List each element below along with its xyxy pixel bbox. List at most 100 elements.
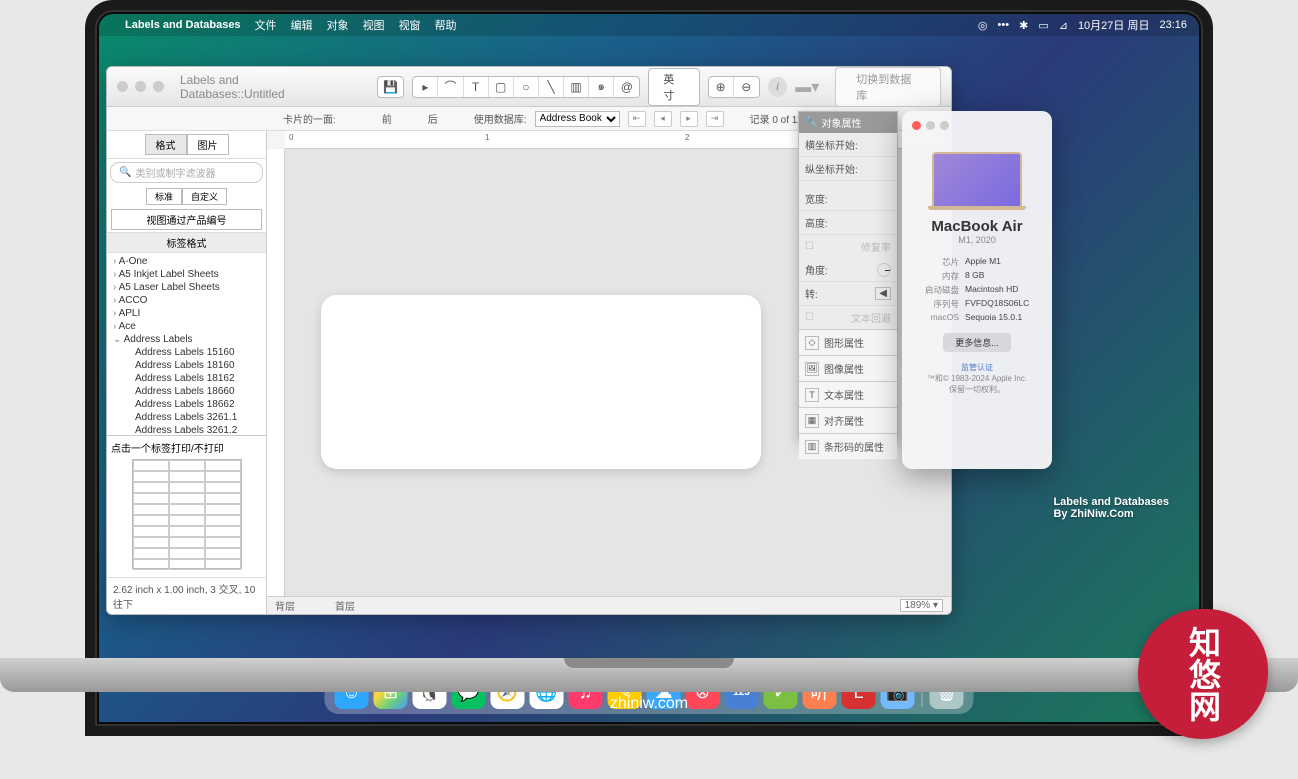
tree-item[interactable]: ACCO bbox=[111, 294, 262, 307]
card-front-button[interactable]: 前 bbox=[382, 111, 392, 126]
desktop-app-badge: Labels and Databases By ZhiNiw.Com bbox=[1053, 496, 1169, 520]
properties-panel: 🔧 对象属性 横坐标开始: 纵坐标开始: 宽度: 高度: ☐ 修复率 角度: 转… bbox=[798, 111, 898, 441]
first-record-icon[interactable]: ⇤ bbox=[628, 111, 646, 127]
more-info-button[interactable]: 更多信息... bbox=[943, 333, 1011, 352]
menubar-date[interactable]: 10月27日 周日 bbox=[1078, 17, 1150, 33]
spec-row: 启动磁盘Macintosh HD bbox=[910, 283, 1044, 297]
prop-rotate-label: 转: bbox=[805, 286, 818, 301]
align-props-button[interactable]: ▦对齐属性 bbox=[799, 407, 897, 433]
arc-tool-icon[interactable]: ⌒ bbox=[438, 77, 463, 97]
sidebar-tab-image[interactable]: 图片 bbox=[187, 134, 229, 155]
front-layer-button[interactable]: 首层 bbox=[335, 598, 355, 613]
back-layer-button[interactable]: 背层 bbox=[275, 598, 295, 613]
barcode-tool-icon[interactable]: ▥ bbox=[564, 77, 589, 97]
switch-database-button[interactable]: 切换到数据库 bbox=[835, 67, 941, 107]
line-tool-icon[interactable]: ╲ bbox=[539, 77, 564, 97]
toolbar-zoom-group: ⊕ ⊖ bbox=[708, 76, 760, 98]
sidebar-subtab-custom[interactable]: 自定义 bbox=[182, 188, 227, 205]
zoom-selector[interactable]: 189% ▾ bbox=[900, 599, 943, 612]
rotate-left-icon[interactable]: ◀ bbox=[875, 287, 891, 300]
at-tool-icon[interactable]: @ bbox=[614, 77, 639, 97]
info-icon[interactable]: i bbox=[768, 77, 787, 97]
tree-item[interactable]: Address Labels 3261.2 bbox=[111, 424, 262, 435]
menubar-time[interactable]: 23:16 bbox=[1159, 19, 1187, 31]
zoom-in-icon[interactable]: ⊕ bbox=[709, 77, 734, 97]
site-seal: 知悠网 bbox=[1138, 609, 1268, 739]
about-minimize-button[interactable] bbox=[926, 121, 935, 130]
menu-file[interactable]: 文件 bbox=[255, 17, 277, 33]
label-tree[interactable]: A-OneA5 Inkjet Label SheetsA5 Laser Labe… bbox=[107, 253, 266, 435]
tree-item[interactable]: Address Labels bbox=[111, 333, 262, 346]
menu-view[interactable]: 视图 bbox=[363, 17, 385, 33]
prop-angle-label: 角度: bbox=[805, 262, 828, 277]
sidebar-search[interactable]: 🔍 类别或制字滤波器 bbox=[110, 162, 263, 183]
prev-record-icon[interactable]: ◂ bbox=[654, 111, 672, 127]
prop-aspect-label[interactable]: 修复率 bbox=[861, 239, 891, 254]
text-props-button[interactable]: T文本属性 bbox=[799, 381, 897, 407]
tree-item[interactable]: Address Labels 18662 bbox=[111, 398, 262, 411]
display-icon[interactable]: ▭ bbox=[1038, 19, 1048, 32]
card-side-label: 卡片的一面: bbox=[283, 111, 336, 126]
card-back-button[interactable]: 后 bbox=[428, 111, 438, 126]
tree-item[interactable]: Address Labels 3261.1 bbox=[111, 411, 262, 424]
rect-tool-icon[interactable]: ▢ bbox=[489, 77, 514, 97]
menu-help[interactable]: 帮助 bbox=[435, 17, 457, 33]
minimize-button[interactable] bbox=[135, 81, 146, 92]
sheet-preview[interactable] bbox=[132, 459, 242, 569]
zoom-button[interactable] bbox=[153, 81, 164, 92]
unit-selector[interactable]: 英寸 bbox=[648, 68, 699, 106]
tree-item[interactable]: Address Labels 18162 bbox=[111, 372, 262, 385]
tree-item[interactable]: A5 Laser Label Sheets bbox=[111, 281, 262, 294]
dropdown-icon[interactable]: ▬▾ bbox=[795, 77, 819, 97]
close-button[interactable] bbox=[117, 81, 128, 92]
tree-item[interactable]: Address Labels 18660 bbox=[111, 385, 262, 398]
about-close-button[interactable] bbox=[912, 121, 921, 130]
image-props-button[interactable]: 🖼图像属性 bbox=[799, 355, 897, 381]
spiral-tool-icon[interactable]: ๑ bbox=[589, 77, 614, 97]
label-preview[interactable] bbox=[321, 295, 761, 469]
menu-extra-dots[interactable]: ••• bbox=[998, 19, 1010, 31]
toolbar-file-group: 💾 bbox=[377, 76, 404, 98]
shape-props-button[interactable]: ◇图形属性 bbox=[799, 329, 897, 355]
mac-model-sub: M1, 2020 bbox=[910, 235, 1044, 245]
site-url: zhiniw.com bbox=[610, 695, 688, 713]
tree-item[interactable]: Address Labels 18160 bbox=[111, 359, 262, 372]
text-tool-icon[interactable]: T bbox=[464, 77, 489, 97]
save-icon[interactable]: 💾 bbox=[378, 77, 403, 97]
product-filter-button[interactable]: 视图通过产品编号 bbox=[111, 209, 262, 230]
next-record-icon[interactable]: ▸ bbox=[680, 111, 698, 127]
sidebar-tab-format[interactable]: 格式 bbox=[145, 134, 187, 155]
tree-item[interactable]: A-One bbox=[111, 255, 262, 268]
prop-width-label: 宽度: bbox=[805, 191, 828, 206]
about-zoom-button[interactable] bbox=[940, 121, 949, 130]
macbook-image bbox=[932, 152, 1022, 208]
regulatory-link[interactable]: 监管认证 bbox=[910, 362, 1044, 373]
barcode-props-button[interactable]: ▥条形码的属性 bbox=[799, 433, 897, 459]
menubar-app-name[interactable]: Labels and Databases bbox=[125, 19, 241, 31]
pointer-tool-icon[interactable]: ▸ bbox=[413, 77, 438, 97]
properties-header: 🔧 对象属性 bbox=[799, 112, 897, 133]
last-record-icon[interactable]: ⇥ bbox=[706, 111, 724, 127]
rights-text: 保留一切权利。 bbox=[910, 384, 1044, 395]
toolbar-tools-group: ▸ ⌒ T ▢ ○ ╲ ▥ ๑ @ bbox=[412, 76, 640, 98]
tree-item[interactable]: APLI bbox=[111, 307, 262, 320]
sync-icon[interactable]: ✱ bbox=[1019, 19, 1028, 32]
sidebar-subtab-standard[interactable]: 标准 bbox=[146, 188, 182, 205]
wifi-icon[interactable]: ⊿ bbox=[1059, 19, 1068, 32]
laptop-notch bbox=[564, 658, 734, 668]
tree-item[interactable]: Ace bbox=[111, 320, 262, 333]
prop-wrap-label[interactable]: 文本回避 bbox=[851, 310, 891, 325]
spec-row: 芯片Apple M1 bbox=[910, 255, 1044, 269]
tree-item[interactable]: Address Labels 15160 bbox=[111, 346, 262, 359]
tree-item[interactable]: A5 Inkjet Label Sheets bbox=[111, 268, 262, 281]
menu-object[interactable]: 对象 bbox=[327, 17, 349, 33]
zoom-out-icon[interactable]: ⊖ bbox=[734, 77, 759, 97]
database-select[interactable]: Address Book bbox=[535, 111, 620, 127]
menu-edit[interactable]: 编辑 bbox=[291, 17, 313, 33]
desktop: Labels and Databases::Untitled 💾 ▸ ⌒ T ▢… bbox=[99, 36, 1199, 722]
compass-icon[interactable]: ◎ bbox=[978, 19, 988, 32]
ellipse-tool-icon[interactable]: ○ bbox=[514, 77, 539, 97]
mac-model-name: MacBook Air bbox=[910, 218, 1044, 235]
prop-height-label: 高度: bbox=[805, 215, 828, 230]
menu-window[interactable]: 视窗 bbox=[399, 17, 421, 33]
